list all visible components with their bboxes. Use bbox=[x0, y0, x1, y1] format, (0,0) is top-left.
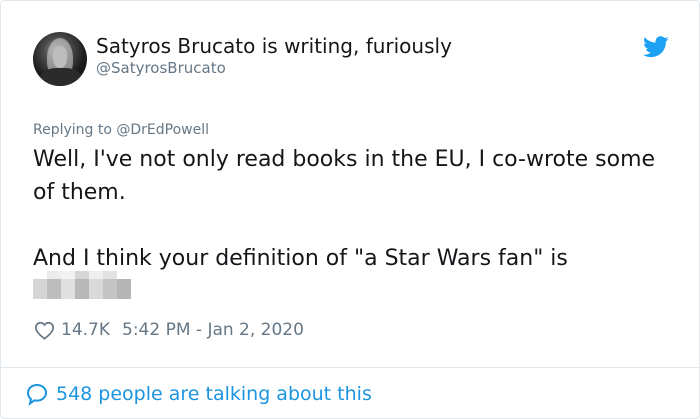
heart-icon[interactable] bbox=[34, 321, 55, 340]
avatar-face bbox=[53, 46, 67, 68]
display-name[interactable]: Satyros Brucato is writing, furiously bbox=[96, 34, 452, 58]
talking-count-label[interactable]: 548 people are talking about this bbox=[56, 382, 372, 406]
tweet-paragraph-1: Well, I've not only read books in the EU… bbox=[33, 147, 656, 205]
tweet-paragraph-2: And I think your definition of "a Star W… bbox=[33, 246, 568, 271]
censored-word-blur bbox=[33, 271, 131, 299]
tweet-meta: 14.7K 5:42 PM - Jan 2, 2020 bbox=[34, 319, 304, 341]
avatar-body bbox=[39, 68, 83, 86]
user-handle[interactable]: @SatyrosBrucato bbox=[96, 59, 226, 77]
tweet-card: Satyros Brucato is writing, furiously @S… bbox=[0, 0, 700, 419]
tweet-timestamp[interactable]: 5:42 PM - Jan 2, 2020 bbox=[122, 319, 304, 341]
twitter-bird-icon[interactable] bbox=[643, 36, 669, 58]
tweet-header: Satyros Brucato is writing, furiously @S… bbox=[33, 32, 669, 88]
like-count[interactable]: 14.7K bbox=[61, 319, 110, 341]
tweet-text: Well, I've not only read books in the EU… bbox=[33, 143, 673, 299]
avatar[interactable] bbox=[33, 32, 87, 86]
conversation-link[interactable]: 548 people are talking about this bbox=[25, 382, 372, 406]
speech-bubble-icon bbox=[26, 383, 48, 406]
footer-divider bbox=[1, 367, 699, 368]
replying-to[interactable]: Replying to @DrEdPowell bbox=[33, 121, 209, 139]
